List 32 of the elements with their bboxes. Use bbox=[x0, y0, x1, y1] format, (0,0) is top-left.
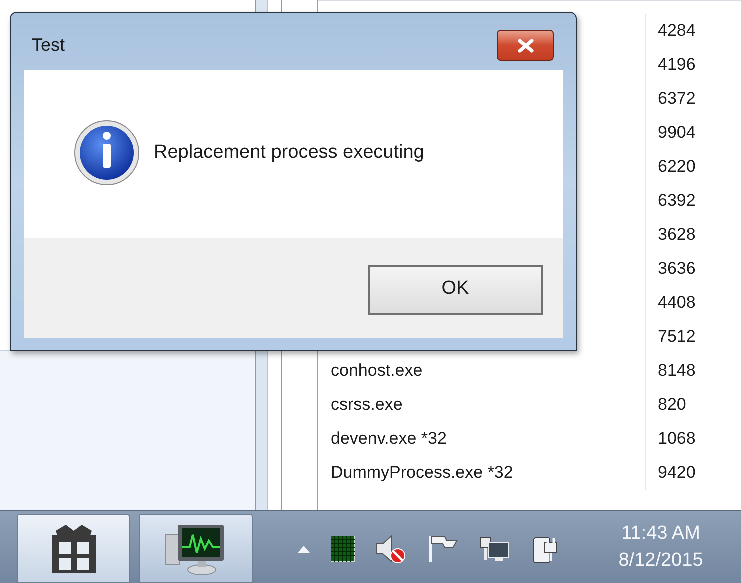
process-name: conhost.exe bbox=[331, 361, 423, 380]
process-id: 820 bbox=[658, 394, 686, 416]
ok-button[interactable]: OK bbox=[368, 264, 543, 314]
process-id: 9420 bbox=[658, 462, 696, 484]
process-id: 3636 bbox=[658, 258, 696, 280]
process-id: 1068 bbox=[658, 428, 696, 450]
taskbar-button[interactable] bbox=[17, 514, 130, 583]
dialog-message: Replacement process executing bbox=[154, 140, 424, 165]
process-id: 4408 bbox=[658, 292, 696, 314]
process-id: 6392 bbox=[658, 190, 696, 212]
clock-time[interactable]: 11:43 AM bbox=[622, 520, 700, 547]
taskbar-button[interactable] bbox=[139, 514, 253, 583]
flag-icon[interactable] bbox=[427, 534, 459, 564]
process-id: 4196 bbox=[658, 54, 696, 76]
process-id: 4284 bbox=[658, 20, 696, 42]
process-id: 6372 bbox=[658, 88, 696, 110]
process-name: devenv.exe *32 bbox=[331, 429, 447, 448]
process-name: csrss.exe bbox=[331, 395, 403, 414]
process-id: 8148 bbox=[658, 360, 696, 382]
show-hidden-icons-arrow[interactable] bbox=[297, 544, 311, 554]
process-id: 7512 bbox=[658, 326, 696, 348]
process-id: 6220 bbox=[658, 156, 696, 178]
grid-icon[interactable] bbox=[331, 536, 355, 562]
close-button[interactable] bbox=[497, 30, 554, 61]
speaker-muted-icon[interactable] bbox=[375, 534, 407, 564]
clock-date[interactable]: 8/12/2015 bbox=[618, 547, 704, 574]
process-id: 9904 bbox=[658, 122, 696, 144]
close-icon bbox=[516, 38, 534, 52]
process-name: DummyProcess.exe *32 bbox=[331, 463, 514, 482]
window-title: Test bbox=[32, 34, 66, 55]
process-id: 3628 bbox=[658, 224, 696, 246]
info-icon bbox=[74, 120, 140, 186]
